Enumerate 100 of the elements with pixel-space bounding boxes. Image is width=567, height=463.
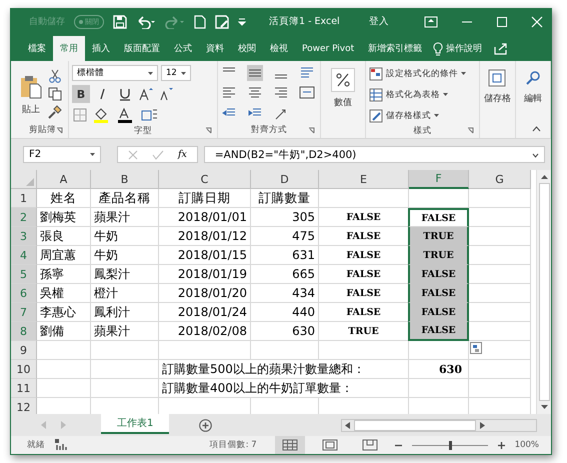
conditional-formatting-icon[interactable] — [368, 66, 383, 80]
table-cell[interactable]: 鳳利汁 — [91, 303, 159, 322]
vertical-scrollbar[interactable] — [536, 170, 551, 414]
row-header[interactable]: 10 — [11, 360, 37, 379]
number-format-button[interactable]: 數值 — [324, 65, 362, 109]
phonetic-guide-icon[interactable] — [140, 107, 160, 123]
merge-cells-icon[interactable] — [299, 85, 316, 102]
table-cell[interactable]: 蘋果汁 — [91, 208, 159, 227]
scroll-left-icon[interactable] — [345, 422, 350, 428]
empty-cell[interactable] — [469, 189, 531, 208]
table-cell[interactable]: TRUE — [408, 246, 469, 265]
table-cell[interactable]: 2018/02/08 — [159, 322, 251, 341]
scroll-up-icon[interactable] — [540, 174, 548, 179]
format-as-table-icon[interactable] — [368, 88, 383, 102]
font-size-field[interactable]: 12 — [160, 65, 191, 81]
save-icon[interactable] — [113, 14, 127, 28]
dropdown-caret-icon[interactable] — [180, 72, 186, 74]
scrollbar-thumb[interactable] — [538, 183, 550, 401]
increase-font-icon[interactable] — [138, 85, 154, 103]
collapse-ribbon-icon[interactable] — [532, 126, 541, 132]
empty-cell[interactable] — [409, 379, 469, 398]
empty-cell[interactable] — [469, 341, 531, 360]
sheet-tab[interactable]: 工作表1 — [101, 414, 170, 434]
scrollbar-thumb[interactable] — [354, 420, 476, 430]
save-as-icon[interactable] — [215, 14, 229, 28]
quick-analysis-icon[interactable] — [470, 342, 482, 354]
undo-icon[interactable] — [136, 14, 156, 28]
formula-input[interactable]: =AND(B2="牛奶",D2>400) — [204, 146, 545, 163]
tell-me-button[interactable]: 操作說明 — [429, 36, 486, 61]
editing-button[interactable]: 編輯 — [518, 65, 547, 105]
table-cell[interactable]: 訂購數量400以上的牛奶訂單數量： — [159, 379, 409, 398]
copy-icon[interactable] — [48, 86, 62, 100]
table-cell[interactable]: 鳳梨汁 — [91, 265, 159, 284]
dialog-launcher-icon[interactable] — [205, 127, 212, 134]
table-cell[interactable]: 2018/01/20 — [159, 284, 251, 303]
zoom-slider-thumb[interactable] — [448, 440, 452, 450]
macro-recording-icon[interactable] — [55, 439, 67, 451]
bold-button[interactable]: B — [72, 85, 90, 103]
empty-cell[interactable] — [251, 341, 319, 360]
dropdown-caret-icon[interactable] — [460, 72, 466, 75]
table-cell[interactable]: FALSE — [408, 265, 469, 284]
dialog-launcher-icon[interactable] — [467, 127, 474, 134]
insert-function-button[interactable]: fx — [178, 149, 187, 160]
expand-caret-icon[interactable] — [532, 153, 539, 158]
table-cell[interactable]: TRUE — [408, 227, 469, 246]
table-cell[interactable]: 630 — [409, 360, 469, 379]
table-cell[interactable]: 665 — [251, 265, 319, 284]
table-cell[interactable]: 劉備 — [37, 322, 91, 341]
share-icon[interactable] — [494, 41, 508, 55]
empty-cell[interactable] — [469, 208, 531, 227]
table-cell[interactable]: 440 — [251, 303, 319, 322]
row-header[interactable]: 6 — [11, 284, 37, 303]
table-cell[interactable]: 訂購數量 — [251, 189, 319, 208]
table-cell[interactable]: 訂購日期 — [159, 189, 251, 208]
cells-button[interactable]: 儲存格 — [483, 65, 512, 105]
normal-view-icon[interactable] — [274, 436, 305, 454]
format-painter-icon[interactable] — [48, 104, 62, 118]
lightbulb-icon[interactable] — [433, 42, 444, 56]
table-cell[interactable]: 2018/01/24 — [159, 303, 251, 322]
ribbon-tab[interactable]: 檢視 — [263, 36, 295, 61]
maximize-icon[interactable] — [496, 16, 508, 28]
paste-button[interactable]: 貼上 — [20, 72, 42, 116]
name-box[interactable]: F2 — [23, 146, 101, 163]
scissors-icon[interactable] — [48, 68, 62, 82]
clipboard-icon[interactable] — [20, 74, 42, 98]
table-cell[interactable]: 434 — [251, 284, 319, 303]
borders-icon[interactable] — [72, 107, 88, 123]
table-cell[interactable]: 產品名稱 — [91, 189, 159, 208]
scroll-right-icon[interactable] — [480, 422, 485, 428]
table-cell[interactable]: FALSE — [319, 208, 409, 227]
ribbon-tab[interactable]: 插入 — [85, 36, 117, 61]
row-header[interactable]: 11 — [11, 379, 37, 398]
table-cell[interactable]: 2018/01/19 — [159, 265, 251, 284]
table-cell[interactable]: 吳權 — [37, 284, 91, 303]
table-cell[interactable]: 631 — [251, 246, 319, 265]
ribbon-tab[interactable]: 檔案 — [21, 36, 53, 61]
dialog-launcher-icon[interactable] — [56, 127, 63, 134]
empty-cell[interactable] — [469, 360, 531, 379]
row-header[interactable]: 1 — [11, 189, 37, 208]
row-header[interactable]: 8 — [11, 322, 37, 341]
row-header[interactable]: 3 — [11, 227, 37, 246]
row-header[interactable]: 4 — [11, 246, 37, 265]
cell-styles-icon[interactable] — [368, 108, 383, 122]
table-cell[interactable]: 牛奶 — [91, 227, 159, 246]
styles-menu-button[interactable]: 格式化為表格 — [368, 86, 476, 103]
ribbon-display-icon[interactable] — [424, 16, 438, 28]
cells-icon[interactable] — [487, 68, 508, 88]
horizontal-scrollbar[interactable] — [341, 418, 537, 432]
scroll-down-icon[interactable] — [540, 405, 548, 410]
ribbon-tab[interactable]: 常用 — [53, 36, 85, 61]
table-cell[interactable]: 2018/01/01 — [159, 208, 251, 227]
add-sheet-icon[interactable] — [199, 418, 212, 432]
column-header[interactable]: C — [159, 170, 251, 189]
column-header[interactable]: G — [469, 170, 531, 189]
row-header[interactable]: 12 — [11, 398, 37, 414]
table-cell[interactable]: 2018/01/12 — [159, 227, 251, 246]
table-cell[interactable]: 孫寧 — [37, 265, 91, 284]
dialog-launcher-icon[interactable] — [308, 127, 316, 134]
sign-in-link[interactable]: 登入 — [369, 15, 389, 28]
table-cell[interactable]: 2018/01/15 — [159, 246, 251, 265]
